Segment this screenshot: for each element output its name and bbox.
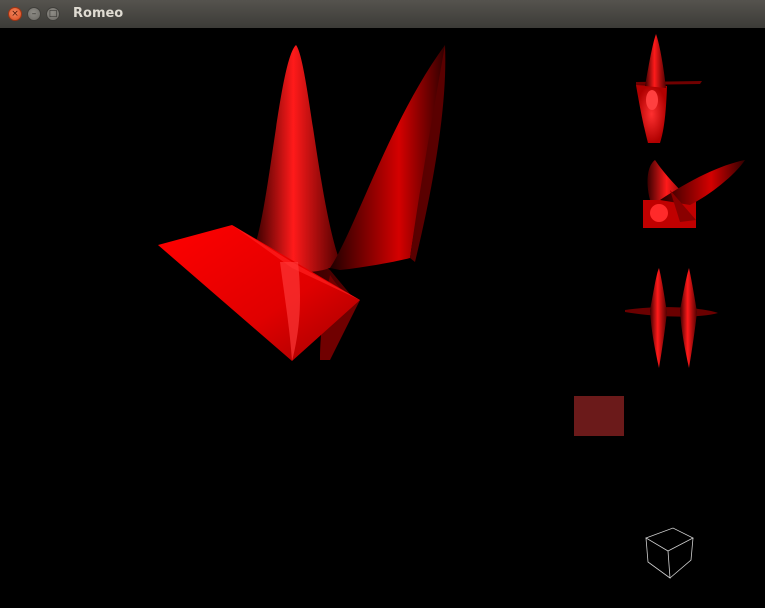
window-title: Romeo xyxy=(73,6,124,21)
orientation-cube[interactable] xyxy=(645,527,694,579)
thumbnail-perspective-view[interactable] xyxy=(643,160,745,228)
close-window-button[interactable]: × xyxy=(8,7,22,21)
main-surface[interactable] xyxy=(158,45,446,361)
scene-canvas[interactable] xyxy=(0,28,765,608)
color-swatch[interactable] xyxy=(574,396,624,436)
title-bar[interactable]: × – □ Romeo xyxy=(0,0,765,29)
thumbnail-front-view[interactable] xyxy=(636,34,702,143)
minimize-window-button[interactable]: – xyxy=(27,7,41,21)
thumbnail-side-view[interactable] xyxy=(625,268,718,368)
app-window: × – □ Romeo xyxy=(0,0,765,608)
maximize-window-button[interactable]: □ xyxy=(46,7,60,21)
render-viewport[interactable] xyxy=(0,28,765,608)
